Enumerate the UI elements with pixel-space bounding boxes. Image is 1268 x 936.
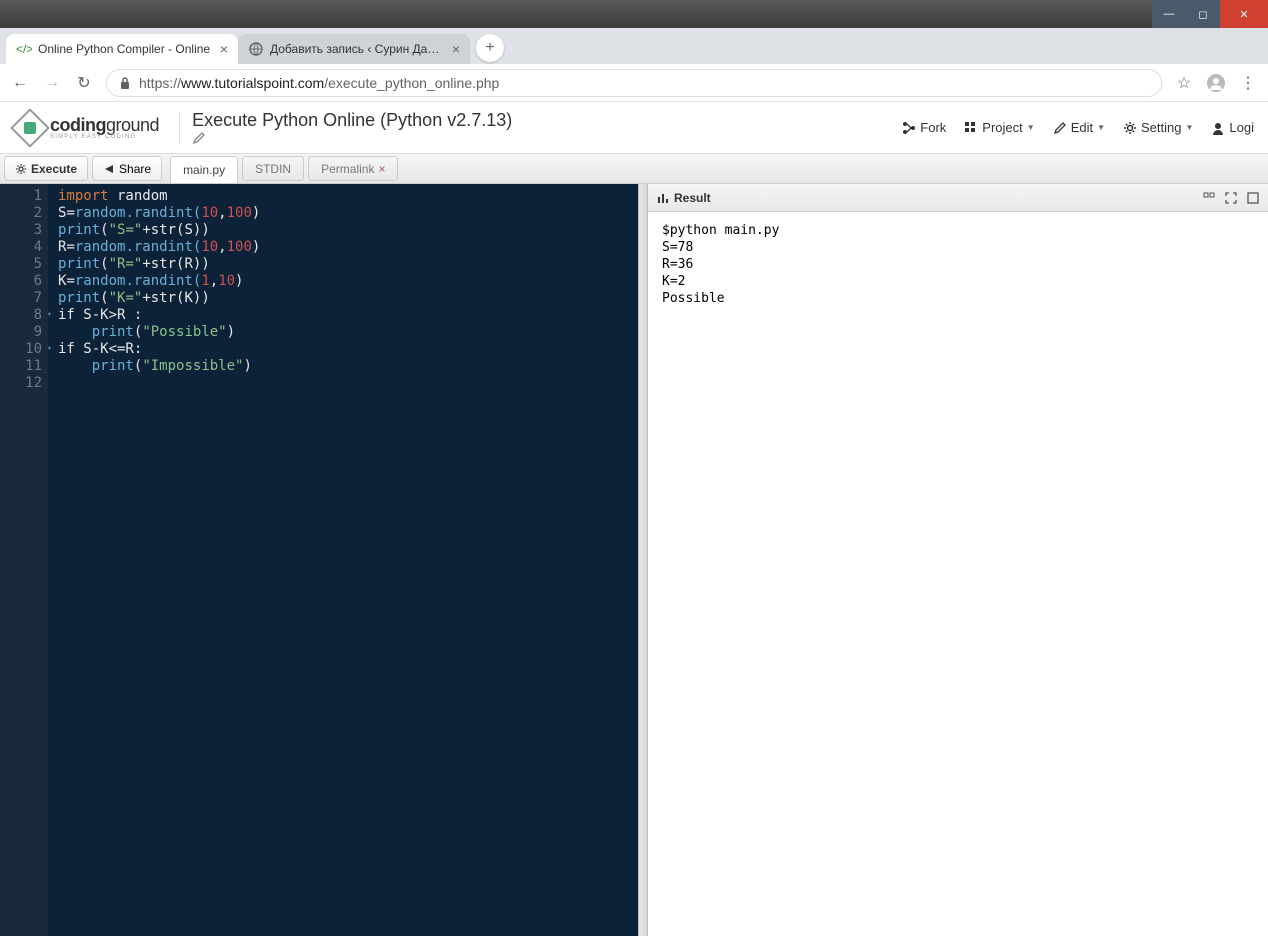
result-output: $python main.py S=78 R=36 K=2 Possible xyxy=(648,212,1268,317)
split-handle[interactable] xyxy=(638,184,648,936)
chevron-down-icon: ▼ xyxy=(1186,123,1194,132)
forward-button[interactable]: → xyxy=(42,74,62,92)
user-icon xyxy=(1211,121,1225,135)
site-header: codingground SIMPLY EASY CODING Execute … xyxy=(0,102,1268,154)
login-button[interactable]: Logi xyxy=(1205,116,1260,139)
window-minimize-button[interactable]: — xyxy=(1152,0,1186,28)
close-icon[interactable]: × xyxy=(378,162,385,176)
bookmark-star-icon[interactable]: ☆ xyxy=(1174,73,1194,93)
code-content[interactable]: import random S=random.randint(10,100) p… xyxy=(48,184,260,936)
window-close-button[interactable]: ✕ xyxy=(1220,0,1268,28)
result-expand-icon[interactable] xyxy=(1246,191,1260,205)
new-tab-button[interactable]: + xyxy=(476,34,504,62)
browser-tab-inactive[interactable]: Добавить запись ‹ Сурин Данил × xyxy=(238,34,470,64)
reload-button[interactable]: ↻ xyxy=(74,73,94,93)
result-action-icon[interactable] xyxy=(1202,191,1216,205)
file-tab-main[interactable]: main.py xyxy=(170,156,238,183)
result-icon xyxy=(656,191,670,205)
result-fullscreen-icon[interactable] xyxy=(1224,191,1238,205)
window-maximize-button[interactable]: ◻ xyxy=(1186,0,1220,28)
tab-favicon: </> xyxy=(16,41,32,57)
url-text: https://www.tutorialspoint.com/execute_p… xyxy=(139,75,499,91)
logo-text: codingground SIMPLY EASY CODING xyxy=(50,116,159,140)
browser-tab-strip: </> Online Python Compiler - Online × До… xyxy=(0,28,1268,64)
tab-close-icon[interactable]: × xyxy=(452,41,460,57)
share-button[interactable]: Share xyxy=(92,156,162,181)
result-header: Result xyxy=(648,184,1268,212)
chevron-down-icon: ▼ xyxy=(1027,123,1035,132)
result-pane: Result $python main.py S=78 R=36 K=2 Pos… xyxy=(648,184,1268,936)
browser-menu-icon[interactable]: ⋮ xyxy=(1238,73,1258,93)
fork-icon xyxy=(902,121,916,135)
line-gutter: 1 2 3 4 5 6 7 8 9 10 11 12 xyxy=(0,184,48,936)
tab-favicon xyxy=(248,41,264,57)
profile-icon[interactable] xyxy=(1206,73,1226,93)
divider xyxy=(179,113,180,143)
svg-text:</>: </> xyxy=(16,42,32,56)
permalink-tab[interactable]: Permalink× xyxy=(308,156,398,181)
lock-icon xyxy=(119,76,131,90)
browser-toolbar: ← → ↻ https://www.tutorialspoint.com/exe… xyxy=(0,64,1268,102)
execute-button[interactable]: Execute xyxy=(4,156,88,181)
site-logo[interactable]: codingground SIMPLY EASY CODING xyxy=(8,114,167,142)
main-split: 1 2 3 4 5 6 7 8 9 10 11 12 import random… xyxy=(0,184,1268,936)
logo-icon xyxy=(10,108,50,148)
tab-close-icon[interactable]: × xyxy=(220,41,228,57)
code-editor[interactable]: 1 2 3 4 5 6 7 8 9 10 11 12 import random… xyxy=(0,184,638,936)
edit-dropdown[interactable]: Edit▼ xyxy=(1047,116,1111,139)
address-bar[interactable]: https://www.tutorialspoint.com/execute_p… xyxy=(106,69,1162,97)
tab-title: Online Python Compiler - Online xyxy=(38,42,214,56)
gear-icon xyxy=(15,163,27,175)
fork-button[interactable]: Fork xyxy=(896,116,952,139)
window-titlebar: — ◻ ✕ xyxy=(0,0,1268,28)
back-button[interactable]: ← xyxy=(10,74,30,92)
tab-title: Добавить запись ‹ Сурин Данил xyxy=(270,42,446,56)
stdin-tab[interactable]: STDIN xyxy=(242,156,304,181)
share-icon xyxy=(103,163,115,175)
header-actions: Fork Project▼ Edit▼ Setting▼ Logi xyxy=(896,116,1260,139)
browser-tab-active[interactable]: </> Online Python Compiler - Online × xyxy=(6,34,238,64)
gear-icon xyxy=(1123,121,1137,135)
result-label: Result xyxy=(674,191,711,205)
project-dropdown[interactable]: Project▼ xyxy=(958,116,1040,139)
edit-title-icon[interactable] xyxy=(192,131,518,145)
page-title: Execute Python Online (Python v2.7.13) xyxy=(192,110,518,145)
edit-icon xyxy=(1053,121,1067,135)
chevron-down-icon: ▼ xyxy=(1097,123,1105,132)
setting-dropdown[interactable]: Setting▼ xyxy=(1117,116,1199,139)
editor-toolbar: Execute Share main.py STDIN Permalink× xyxy=(0,154,1268,184)
project-icon xyxy=(964,121,978,135)
